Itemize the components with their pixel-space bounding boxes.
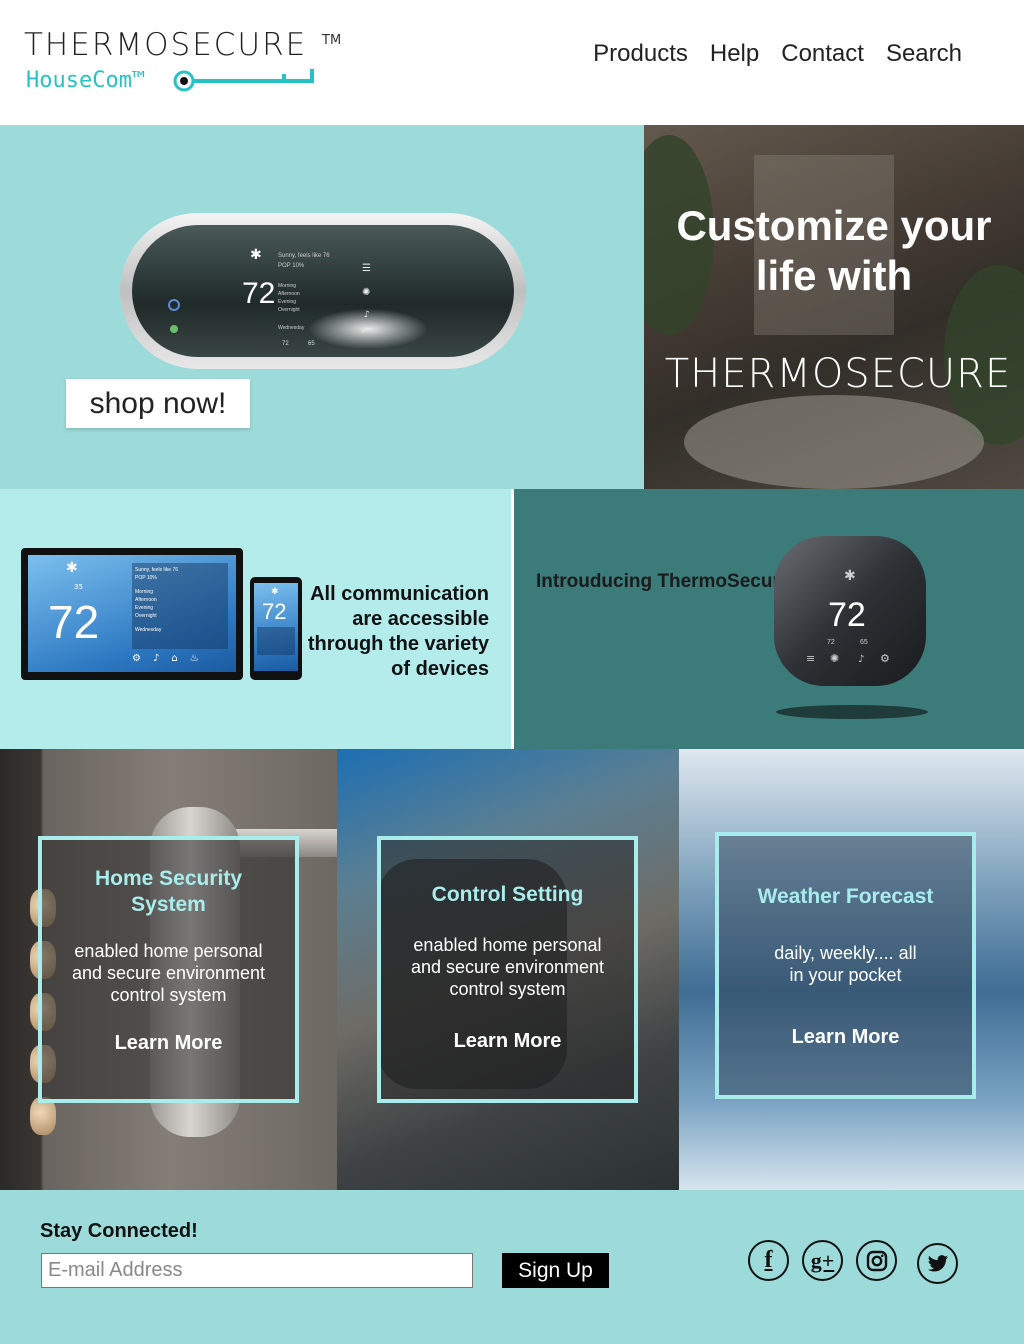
nav-products[interactable]: Products bbox=[593, 40, 688, 68]
brand-logo[interactable]: THERMOSECURE bbox=[24, 27, 307, 63]
svg-text:✺: ✺ bbox=[362, 287, 370, 298]
card-title: Weather Forecast bbox=[757, 885, 934, 908]
hero-brand: THERMOSECURE bbox=[664, 351, 1012, 397]
svg-text:72: 72 bbox=[282, 341, 289, 347]
hero-headline: Customize your life with bbox=[676, 202, 992, 299]
card-title: Home Security System bbox=[94, 867, 243, 916]
thermostat-device-image: ✱ 72 Sunny, feels like 76 POP 10% Mornin… bbox=[120, 213, 526, 369]
shop-now-button[interactable]: shop now! bbox=[66, 379, 250, 428]
control-setting-panel: Control Setting enabled home personal an… bbox=[337, 749, 679, 1190]
weather-forecast-panel: Weather Forecast daily, weekly.... all i… bbox=[679, 749, 1024, 1190]
instagram-icon[interactable] bbox=[856, 1240, 897, 1281]
nav-search[interactable]: Search bbox=[886, 40, 962, 68]
svg-text:≡: ≡ bbox=[806, 652, 815, 665]
thermometer-icon: ♨ bbox=[189, 653, 199, 664]
watch-temp: 72 bbox=[828, 596, 866, 634]
svg-text:Overnight: Overnight bbox=[278, 307, 300, 313]
devices-section: ✱ 72 35 Sunny, feels like 76 POP 10% Mor… bbox=[0, 489, 511, 749]
svg-text:Morning: Morning bbox=[278, 283, 296, 289]
trademark-mark: TM bbox=[322, 33, 342, 48]
svg-text:✺: ✺ bbox=[830, 652, 839, 665]
tablet-controls: ⚙ ♪ ⌂ ♨ bbox=[132, 653, 199, 664]
learn-more-link[interactable]: Learn More bbox=[381, 1030, 634, 1053]
svg-text:⚙: ⚙ bbox=[880, 652, 890, 665]
svg-text:Sunny, feels like 76: Sunny, feels like 76 bbox=[278, 253, 330, 259]
site-footer: Stay Connected! Sign Up f g+ bbox=[0, 1190, 1024, 1344]
forecast-panel: Sunny, feels like 76 POP 10% Morning Aft… bbox=[132, 563, 228, 649]
email-input[interactable] bbox=[41, 1253, 473, 1288]
control-setting-card: Control Setting enabled home personal an… bbox=[377, 836, 638, 1103]
phone-temp: 72 bbox=[262, 599, 287, 624]
svg-text:Wednesday: Wednesday bbox=[278, 325, 305, 331]
svg-text:✱: ✱ bbox=[250, 247, 262, 263]
home-security-card: Home Security System enabled home person… bbox=[38, 836, 299, 1103]
google-plus-icon[interactable]: g+ bbox=[802, 1240, 843, 1281]
stay-connected-heading: Stay Connected! bbox=[40, 1220, 198, 1242]
learn-more-link[interactable]: Learn More bbox=[719, 1026, 972, 1049]
nav-contact[interactable]: Contact bbox=[781, 40, 864, 68]
home-icon: ⌂ bbox=[171, 653, 178, 664]
thermostat-temp: 72 bbox=[242, 277, 275, 310]
facebook-icon[interactable]: f bbox=[748, 1240, 789, 1281]
mic-icon: ♪ bbox=[152, 653, 160, 664]
learn-more-link[interactable]: Learn More bbox=[42, 1032, 295, 1055]
main-nav: Products Help Contact Search bbox=[593, 40, 962, 68]
tablet-temp: 72 bbox=[48, 596, 100, 648]
svg-text:65: 65 bbox=[860, 639, 868, 646]
card-description: enabled home personal and secure environ… bbox=[71, 941, 266, 1005]
twitter-icon[interactable] bbox=[917, 1243, 958, 1284]
lifestyle-banner: Customize your life with THERMOSECURE bbox=[644, 125, 1024, 489]
svg-text:Afternoon: Afternoon bbox=[278, 291, 300, 297]
card-description: enabled home personal and secure environ… bbox=[410, 935, 605, 999]
card-description: daily, weekly.... all in your pocket bbox=[774, 943, 917, 985]
key-icon bbox=[173, 69, 314, 92]
home-security-panel: Home Security System enabled home person… bbox=[0, 749, 337, 1190]
sub-brand-logo: HouseCom™ bbox=[26, 68, 146, 93]
gear-icon: ⚙ bbox=[132, 653, 141, 664]
snowflake-icon: ✱ bbox=[271, 587, 279, 597]
svg-text:♪: ♪ bbox=[858, 654, 864, 665]
site-header: THERMOSECURE TM HouseCom™ Products Help … bbox=[0, 0, 1024, 125]
svg-text:72: 72 bbox=[827, 639, 835, 646]
snowflake-icon: ✱ bbox=[66, 560, 78, 576]
weather-forecast-card: Weather Forecast daily, weekly.... all i… bbox=[715, 832, 976, 1099]
sign-up-button[interactable]: Sign Up bbox=[502, 1253, 609, 1288]
tablet-device-image: ✱ 72 35 Sunny, feels like 76 POP 10% Mor… bbox=[21, 548, 243, 680]
svg-text:✱: ✱ bbox=[844, 568, 856, 584]
hero-product-section: ✱ 72 Sunny, feels like 76 POP 10% Mornin… bbox=[0, 125, 644, 489]
card-title: Control Setting bbox=[431, 883, 584, 906]
svg-text:POP 10%: POP 10% bbox=[278, 263, 305, 269]
svg-text:Evening: Evening bbox=[278, 299, 296, 305]
svg-text:♪: ♪ bbox=[364, 310, 370, 320]
devices-description: All communication are accessible through… bbox=[307, 583, 489, 680]
svg-text:☰: ☰ bbox=[362, 263, 371, 274]
nav-help[interactable]: Help bbox=[710, 40, 759, 68]
svg-text:65: 65 bbox=[308, 341, 315, 347]
watch-section: Introuducing ThermoSecure smart watch ✱ … bbox=[514, 489, 1024, 749]
smart-watch-image: ✱ 72 72 65 ≡ ✺ ♪ ⚙ bbox=[774, 536, 926, 686]
